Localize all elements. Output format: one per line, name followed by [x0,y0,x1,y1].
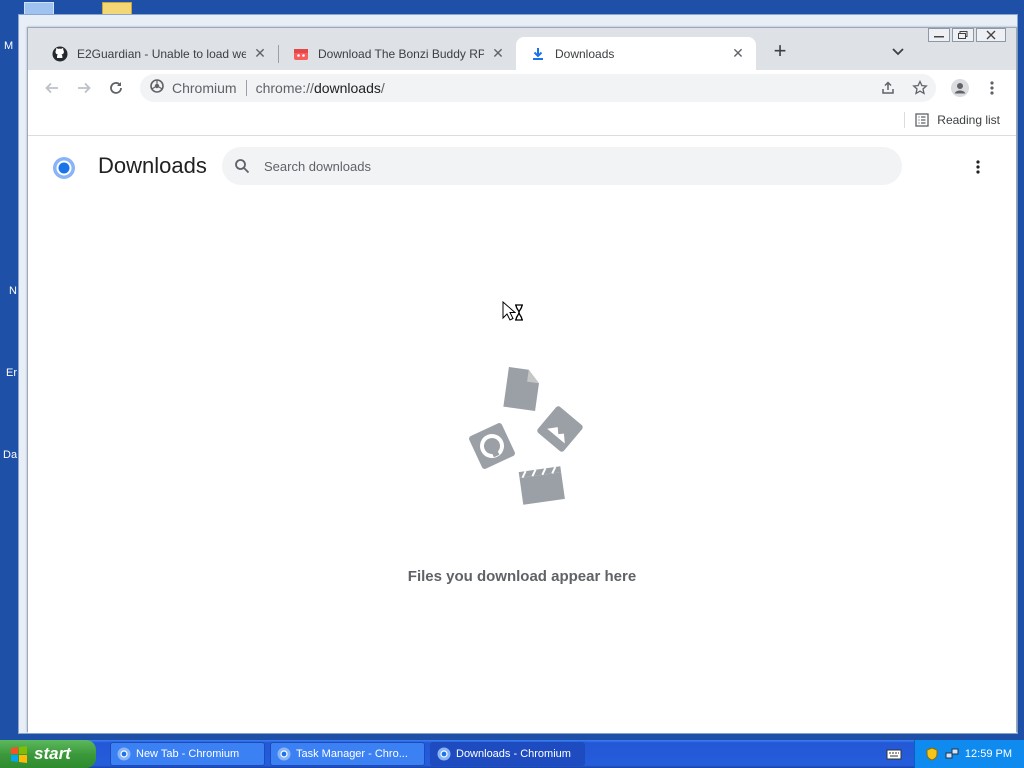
busy-cursor-icon [502,300,526,330]
back-button[interactable] [40,76,64,100]
star-icon [912,80,928,95]
toolbar: Chromium chrome://downloads/ [28,70,1016,106]
chromium-icon [117,747,131,761]
search-box[interactable] [222,147,902,185]
itch-icon [293,46,309,62]
chromium-icon [277,747,291,761]
close-icon[interactable]: ✕ [730,45,746,62]
share-button[interactable] [876,76,900,100]
search-icon [235,159,250,174]
desktop-label-4: Da [3,449,18,461]
avatar-icon [951,79,969,97]
document-icon [503,366,539,412]
taskbar-button-task-manager[interactable]: Task Manager - Chro... [270,742,425,766]
taskbar: start New Tab - Chromium Task Manager - … [0,740,1024,768]
url-path: / [380,80,385,96]
arrow-right-icon [78,82,91,94]
desktop-label-2: N [9,285,17,297]
taskbar-button-new-tab[interactable]: New Tab - Chromium [110,742,265,766]
new-tab-button[interactable]: + [768,40,792,64]
system-tray: 12:59 PM [914,740,1024,768]
reading-list-icon [915,113,929,127]
tab-title: Download The Bonzi Buddy RPG by [318,46,484,61]
url-scheme: chrome:// [255,80,314,96]
omnibox-divider [245,80,247,96]
minimize-button[interactable] [928,28,950,42]
network-icon[interactable] [945,747,959,761]
download-icon [530,46,546,62]
tab-title: E2Guardian - Unable to load website [77,46,246,61]
github-icon [52,46,68,62]
windows-flag-icon [11,746,27,763]
url-host: downloads [313,80,381,96]
empty-message: Files you download appear here [407,568,637,585]
audio-icon [469,423,515,469]
keyboard-layout-icon[interactable] [886,747,902,761]
tab-search-chevron-down-icon[interactable] [888,42,908,62]
profile-button[interactable] [948,76,972,100]
close-icon[interactable]: ✕ [490,45,506,62]
downloads-more-button[interactable] [968,157,988,177]
bookmark-star-button[interactable] [908,76,932,100]
bookmarks-separator [904,112,906,128]
reload-icon [110,82,122,94]
site-chip: Chromium [172,80,237,96]
empty-illustration [462,361,586,509]
tab-e2guardian[interactable]: E2Guardian - Unable to load website ✕ [38,37,278,70]
desktop-label-1: M [4,40,14,52]
tab-strip: E2Guardian - Unable to load website ✕ Do… [28,28,1016,70]
clock[interactable]: 12:59 PM [965,748,1012,760]
image-icon [537,406,583,452]
tab-title: Downloads [555,46,615,61]
downloads-page: Downloads Search downloads Files you dow… [28,137,1016,733]
desktop-label-3: Er [6,367,17,379]
omnibox[interactable]: Chromium chrome://downloads/ [140,74,936,102]
chromium-window: E2Guardian - Unable to load website ✕ Do… [27,27,1017,733]
taskbar-button-label: Task Manager - Chro... [296,748,408,760]
chromium-site-icon[interactable] [150,78,164,98]
tab-bonzi-buddy[interactable]: Download The Bonzi Buddy RPG by ✕ [279,37,516,70]
downloads-header: Downloads [28,137,1016,195]
taskbar-button-downloads[interactable]: Downloads - Chromium [430,742,585,766]
close-icon[interactable]: ✕ [252,45,268,62]
menu-button[interactable] [980,76,1004,100]
search-input[interactable] [264,158,824,174]
share-icon [882,81,894,94]
url-text: chrome://downloads/ [256,80,385,96]
close-window-button[interactable] [976,28,1006,42]
window-controls [928,28,1006,42]
start-button[interactable]: start [0,740,96,768]
security-shield-icon[interactable] [925,747,939,761]
video-icon [518,466,565,505]
chromium-icon [437,747,451,761]
page-title: Downloads [98,153,207,178]
reading-list-label: Reading list [937,113,1000,127]
taskbar-button-label: New Tab - Chromium [136,748,240,760]
forward-button[interactable] [72,76,96,100]
start-label: start [34,744,71,763]
tab-downloads[interactable]: Downloads ✕ [516,37,756,70]
chromium-logo-icon [52,156,76,180]
reading-list-button[interactable]: Reading list [904,112,1000,128]
reload-button[interactable] [104,76,128,100]
taskbar-button-label: Downloads - Chromium [456,748,571,760]
more-vert-icon [990,81,994,95]
bookmarks-bar: Reading list [28,106,1016,136]
arrow-left-icon [45,82,58,94]
more-vert-icon [976,160,980,174]
maximize-button[interactable] [952,28,974,42]
